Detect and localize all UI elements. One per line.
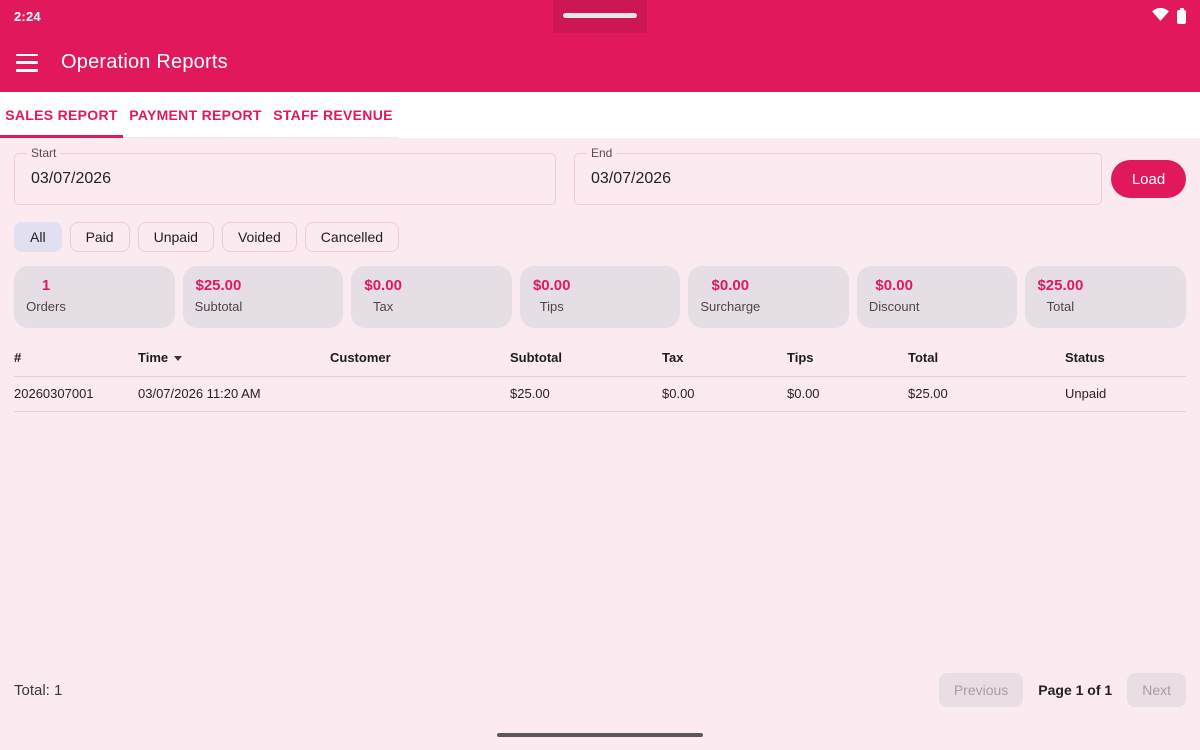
cell-time: 03/07/2026 11:20 AM [138, 386, 330, 401]
tips-label: Tips [532, 299, 572, 314]
tab-staff-revenue[interactable]: STAFF REVENUE [268, 92, 398, 138]
summary-card-total: $25.00 Total [1025, 266, 1186, 328]
summary-card-orders: 1 Orders [14, 266, 175, 328]
camera-notch [553, 0, 647, 33]
summary-card-tax: $0.00 Tax [351, 266, 512, 328]
next-button[interactable]: Next [1127, 673, 1186, 707]
table-header: # Time Customer Subtotal Tax Tips Total … [14, 340, 1186, 377]
summary-card-tips: $0.00 Tips [520, 266, 681, 328]
total-label: Total [1037, 299, 1083, 314]
start-date-label: Start [27, 146, 60, 160]
pagination: Previous Page 1 of 1 Next [939, 673, 1186, 707]
battery-icon [1177, 10, 1186, 24]
header-cell-tips[interactable]: Tips [787, 350, 908, 365]
previous-button[interactable]: Previous [939, 673, 1023, 707]
summary-card-subtotal: $25.00 Subtotal [183, 266, 344, 328]
hamburger-icon [16, 54, 38, 57]
app-bar: Operation Reports [0, 33, 1200, 92]
filter-chip-voided[interactable]: Voided [222, 222, 297, 252]
tab-bar: SALES REPORT PAYMENT REPORT STAFF REVENU… [0, 92, 1200, 138]
status-filter-chips: All Paid Unpaid Voided Cancelled [14, 222, 1186, 252]
orders-table: # Time Customer Subtotal Tax Tips Total … [14, 340, 1186, 412]
cell-total: $25.00 [908, 386, 1065, 401]
surcharge-label: Surcharge [700, 299, 760, 314]
window-drag-handle[interactable] [563, 13, 637, 18]
gesture-navigation-bar[interactable] [497, 733, 703, 737]
cell-tips: $0.00 [787, 386, 908, 401]
subtotal-value: $25.00 [195, 277, 243, 294]
summary-card-discount: $0.00 Discount [857, 266, 1018, 328]
header-cell-time[interactable]: Time [138, 350, 330, 365]
filter-chip-all[interactable]: All [14, 222, 62, 252]
load-button[interactable]: Load [1111, 160, 1186, 198]
date-filter-row: Start 03/07/2026 End 03/07/2026 Load [14, 153, 1186, 205]
orders-label: Orders [26, 299, 66, 314]
tax-value: $0.00 [363, 277, 403, 294]
report-content: Start 03/07/2026 End 03/07/2026 Load All… [0, 153, 1200, 412]
discount-label: Discount [869, 299, 920, 314]
table-row[interactable]: 20260307001 03/07/2026 11:20 AM $25.00 $… [14, 377, 1186, 412]
end-date-field[interactable]: End 03/07/2026 [574, 153, 1102, 205]
header-cell-customer[interactable]: Customer [330, 350, 510, 365]
summary-card-surcharge: $0.00 Surcharge [688, 266, 849, 328]
tab-sales-report[interactable]: SALES REPORT [0, 92, 123, 138]
header-cell-tax[interactable]: Tax [662, 350, 787, 365]
summary-cards: 1 Orders $25.00 Subtotal $0.00 Tax $0.00… [14, 266, 1186, 328]
page-indicator: Page 1 of 1 [1038, 682, 1112, 698]
status-bar: 2:24 [0, 0, 1200, 33]
end-date-label: End [587, 146, 616, 160]
filter-chip-unpaid[interactable]: Unpaid [138, 222, 214, 252]
clock: 2:24 [14, 9, 41, 24]
tips-value: $0.00 [532, 277, 572, 294]
start-date-value: 03/07/2026 [15, 154, 555, 188]
orders-value: 1 [26, 277, 66, 294]
subtotal-label: Subtotal [195, 299, 243, 314]
menu-button[interactable] [16, 54, 40, 72]
tab-strip: SALES REPORT PAYMENT REPORT STAFF REVENU… [0, 92, 398, 138]
header-cell-total[interactable]: Total [908, 350, 1065, 365]
surcharge-value: $0.00 [700, 277, 760, 294]
tax-label: Tax [363, 299, 403, 314]
total-value: $25.00 [1037, 277, 1083, 294]
table-footer: Total: 1 Previous Page 1 of 1 Next [14, 672, 1186, 708]
tab-payment-report[interactable]: PAYMENT REPORT [123, 92, 268, 138]
page-title: Operation Reports [61, 51, 228, 74]
cell-tax: $0.00 [662, 386, 787, 401]
header-cell-status[interactable]: Status [1065, 350, 1186, 365]
header-cell-subtotal[interactable]: Subtotal [510, 350, 662, 365]
sort-descending-icon [174, 356, 182, 361]
wifi-icon [1152, 8, 1169, 26]
filter-chip-cancelled[interactable]: Cancelled [305, 222, 399, 252]
end-date-value: 03/07/2026 [575, 154, 1101, 188]
start-date-field[interactable]: Start 03/07/2026 [14, 153, 556, 205]
total-count-label: Total: 1 [14, 682, 62, 699]
filter-chip-paid[interactable]: Paid [70, 222, 130, 252]
cell-subtotal: $25.00 [510, 386, 662, 401]
status-icons [1152, 8, 1186, 26]
cell-order-number: 20260307001 [14, 386, 138, 401]
header-cell-number[interactable]: # [14, 350, 138, 365]
cell-status: Unpaid [1065, 386, 1186, 401]
discount-value: $0.00 [869, 277, 920, 294]
